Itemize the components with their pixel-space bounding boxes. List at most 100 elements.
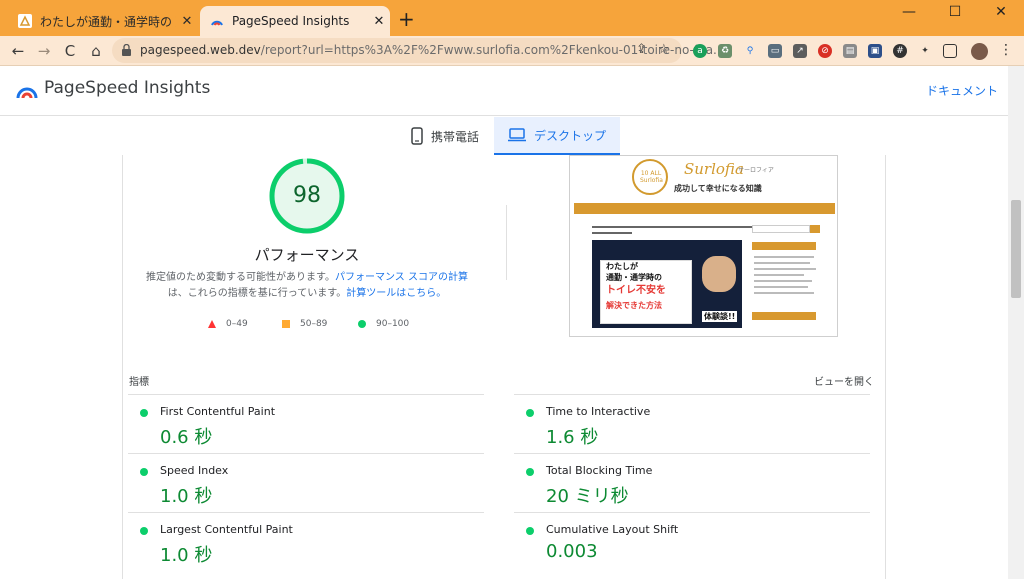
- pagespeed-favicon-icon: [211, 20, 223, 26]
- sidebar-text-line: [754, 262, 810, 264]
- pagespeed-logo-icon: [16, 87, 38, 99]
- url-host: pagespeed.web.dev: [140, 43, 261, 57]
- minimize-button[interactable]: —: [886, 0, 932, 24]
- maximize-button[interactable]: ☐: [932, 0, 978, 24]
- tab-mobile[interactable]: 携帯電話: [397, 117, 493, 155]
- extension-hash-icon[interactable]: #: [893, 44, 907, 58]
- browser-toolbar: ← → C ⌂ pagespeed.web.dev/report?url=htt…: [0, 36, 1024, 66]
- pass-circle-icon: [140, 527, 148, 535]
- metric-name: Speed Index: [160, 464, 229, 477]
- address-bar[interactable]: pagespeed.web.dev/report?url=https%3A%2F…: [112, 38, 725, 63]
- site-tagline: 成功して幸せになる知識: [674, 184, 762, 193]
- hero-headline-3: トイレ不安を: [606, 285, 666, 296]
- metric-name: Total Blocking Time: [546, 464, 653, 477]
- site-search-box: [752, 225, 810, 233]
- extension-tool-icon[interactable]: ↗: [793, 44, 807, 58]
- metrics-section-label: 指標: [129, 377, 149, 388]
- back-button[interactable]: ←: [6, 39, 30, 63]
- extension-chat-icon[interactable]: ▭: [768, 44, 782, 58]
- share-icon[interactable]: ⇪: [636, 42, 647, 57]
- sidebar-heading-1: [752, 242, 816, 250]
- page-screenshot: 10 ALL Surlofia Surlofia サーロフィア 成功して幸せにな…: [569, 155, 838, 337]
- scrollbar-thumb[interactable]: [1011, 200, 1021, 298]
- tab-desktop[interactable]: デスクトップ: [494, 117, 621, 155]
- site-brand: Surlofia: [684, 160, 744, 178]
- fail-triangle-icon: [208, 320, 216, 328]
- metric-value: 20 ミリ秒: [546, 486, 629, 507]
- pass-circle-icon: [140, 468, 148, 476]
- metric-name: Cumulative Layout Shift: [546, 523, 679, 536]
- metric-cumulative-layout-shift: Cumulative Layout Shift 0.003: [514, 512, 870, 570]
- legend-fail-label: 0–49: [226, 319, 248, 329]
- extension-recycle-icon[interactable]: ♻: [718, 44, 732, 58]
- sidebar-text-line: [754, 292, 814, 294]
- lock-icon: [122, 44, 131, 56]
- performance-title: パフォーマンス: [254, 246, 360, 264]
- extension-search-icon[interactable]: ⚲: [743, 44, 757, 58]
- metric-time-to-interactive: Time to Interactive 1.6 秒: [514, 394, 870, 452]
- forward-button[interactable]: →: [32, 39, 56, 63]
- metric-name: First Contentful Paint: [160, 405, 276, 418]
- expand-view-toggle[interactable]: ビューを開く: [814, 373, 874, 388]
- browser-tab-pagespeed[interactable]: PageSpeed Insights ✕: [200, 6, 390, 36]
- site-brand-kana: サーロフィア: [738, 167, 774, 174]
- pass-circle-icon: [526, 527, 534, 535]
- tab-desktop-label: デスクトップ: [534, 128, 607, 143]
- metric-value: 1.0 秒: [160, 486, 213, 507]
- hero-badge: 体験談!!: [702, 311, 738, 322]
- metric-value: 1.0 秒: [160, 545, 213, 566]
- documentation-link[interactable]: ドキュメント: [926, 82, 998, 99]
- hero-headline-4: 解決できた方法: [606, 301, 662, 310]
- app-title: PageSpeed Insights: [44, 78, 211, 98]
- metric-value: 0.6 秒: [160, 427, 213, 448]
- close-tab-icon[interactable]: ✕: [368, 14, 390, 29]
- reload-button[interactable]: C: [58, 39, 82, 63]
- extension-a-icon[interactable]: a: [693, 44, 707, 58]
- desc-text-1: 推定値のため変動する可能性があります。: [146, 272, 335, 283]
- site-nav-bar: [574, 203, 835, 214]
- pass-circle-icon: [358, 320, 366, 328]
- bookmark-star-icon[interactable]: ☆: [658, 42, 670, 57]
- legend-fail: 0–49: [208, 319, 248, 329]
- metric-first-contentful-paint: First Contentful Paint 0.6 秒: [128, 394, 484, 452]
- home-button[interactable]: ⌂: [84, 39, 108, 63]
- tab-mobile-label: 携帯電話: [431, 129, 480, 144]
- site-logo-text: 10 ALL Surlofia: [640, 170, 663, 184]
- browser-tab-bar: わたしが通勤・通学時のトイレ不安を解決 ✕ PageSpeed Insights…: [0, 0, 1024, 36]
- hero-person-illustration: [702, 256, 736, 292]
- metric-value: 0.003: [546, 541, 598, 562]
- metric-total-blocking-time: Total Blocking Time 20 ミリ秒: [514, 453, 870, 511]
- side-panel-icon[interactable]: [943, 44, 957, 58]
- sidebar-text-line: [754, 274, 804, 276]
- site-favicon-icon: [18, 14, 32, 28]
- section-divider: [506, 205, 507, 280]
- extensions-puzzle-icon[interactable]: ✦: [918, 44, 932, 58]
- scrollbar-track[interactable]: [1008, 66, 1024, 579]
- article-title-placeholder: [592, 224, 772, 234]
- url-path: /report?url=https%3A%2F%2Fwww.surlofia.c…: [260, 43, 725, 57]
- profile-avatar[interactable]: [971, 43, 988, 60]
- average-square-icon: [282, 320, 290, 328]
- browser-tab-article[interactable]: わたしが通勤・通学時のトイレ不安を解決 ✕: [8, 6, 198, 36]
- desc-text-2: は、これらの指標を基に行っています。: [167, 288, 347, 299]
- device-tabs: 携帯電話 デスクトップ: [0, 117, 1008, 155]
- calculator-link[interactable]: 計算ツールはこちら。: [346, 288, 446, 299]
- score-calculation-link[interactable]: パフォーマンス スコアの計算: [335, 272, 468, 283]
- extension-capture-icon[interactable]: ▣: [868, 44, 882, 58]
- browser-menu-icon[interactable]: ⋮: [998, 42, 1014, 58]
- legend-average-label: 50–89: [300, 319, 328, 329]
- legend-pass-label: 90–100: [376, 319, 410, 329]
- close-window-button[interactable]: ✕: [978, 0, 1024, 24]
- sidebar-heading-2: [752, 312, 816, 320]
- metric-name: Largest Contentful Paint: [160, 523, 293, 536]
- extension-block-icon[interactable]: ⊘: [818, 44, 832, 58]
- tab-title: わたしが通勤・通学時のトイレ不安を解決: [40, 14, 176, 29]
- pass-circle-icon: [526, 409, 534, 417]
- legend-pass: 90–100: [358, 319, 409, 329]
- hero-headline-1: わたしが: [606, 262, 638, 271]
- pass-circle-icon: [526, 468, 534, 476]
- close-tab-icon[interactable]: ✕: [176, 14, 198, 29]
- new-tab-button[interactable]: +: [398, 9, 415, 29]
- extension-note-icon[interactable]: ▤: [843, 44, 857, 58]
- legend-average: 50–89: [282, 319, 327, 329]
